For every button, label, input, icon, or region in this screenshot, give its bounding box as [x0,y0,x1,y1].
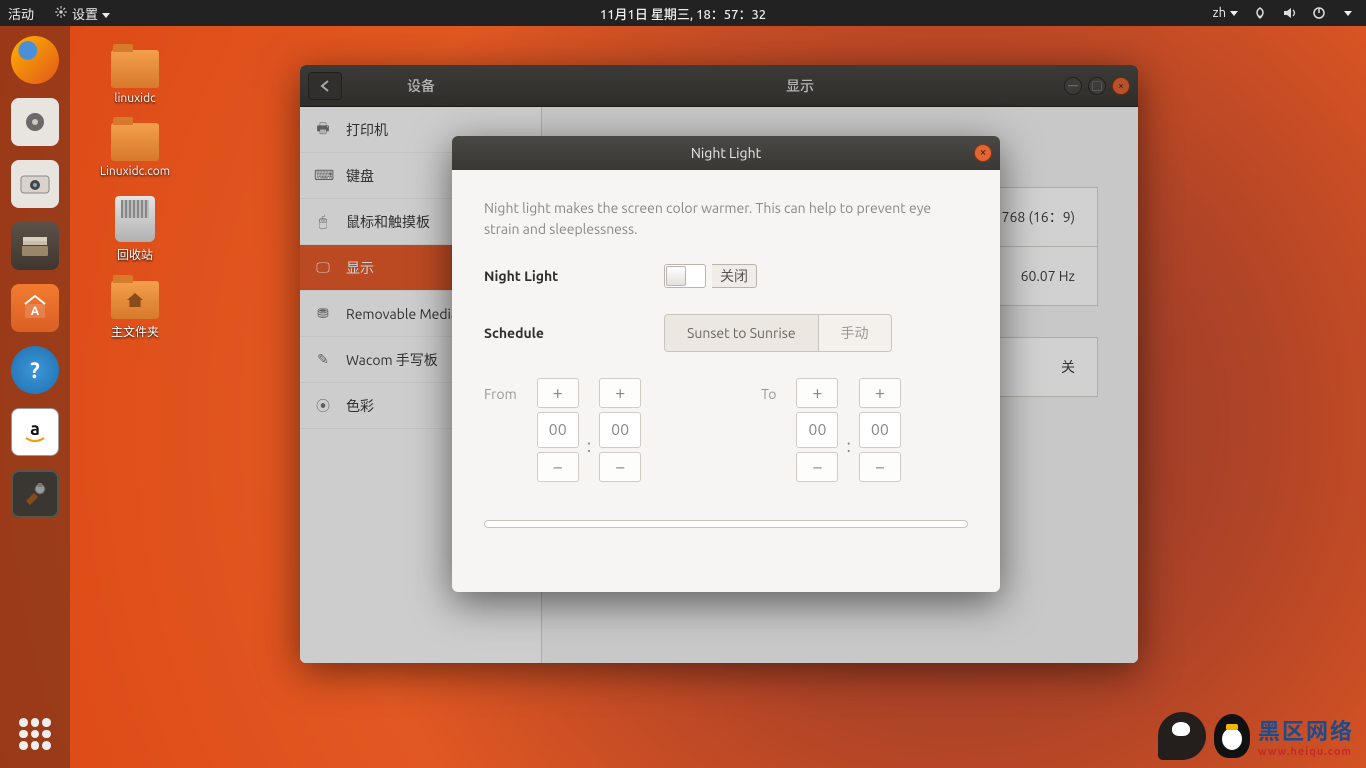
dock-files[interactable] [11,222,59,270]
from-hour-value[interactable]: 00 [537,412,579,448]
switch-state-label: 关闭 [712,264,757,288]
colon-separator: : [587,404,591,456]
to-min-value[interactable]: 00 [859,412,901,448]
to-hour-value[interactable]: 00 [796,412,838,448]
to-min-up[interactable]: + [859,378,901,408]
system-menu-chevron-icon[interactable] [1344,11,1352,16]
dialog-description: Night light makes the screen color warme… [484,198,968,240]
to-label: To [761,386,776,402]
from-hour-spinner: + 00 − [537,378,579,482]
input-method-indicator[interactable]: zh [1213,6,1238,20]
app-menu[interactable]: 设置 [72,4,110,23]
desktop-trash[interactable]: 回收站 [90,196,180,263]
volume-icon[interactable] [1282,6,1298,20]
to-min-spinner: + 00 − [859,378,901,482]
watermark: 黑区网络 www.heiqu.com [1158,712,1354,760]
desktop-folder-linuxidc[interactable]: linuxidc [90,50,180,105]
from-label: From [484,386,517,402]
svg-text:A: A [31,305,40,318]
dock-settings-active[interactable] [11,470,59,518]
from-hour-up[interactable]: + [537,378,579,408]
night-light-dialog: Night Light Night light makes the screen… [452,136,1000,592]
schedule-segmented: Sunset to Sunrise 手动 [664,314,892,352]
svg-text:a: a [30,419,40,439]
schedule-auto-button[interactable]: Sunset to Sunrise [665,315,819,351]
top-panel: 活动 设置 11月1日 星期三, 18：57：32 zh [0,0,1366,26]
dialog-header: Night Light [452,136,1000,170]
gear-icon [54,5,68,22]
desktop-icons: linuxidc Linuxidc.com 回收站 主文件夹 [90,50,180,340]
to-hour-down[interactable]: − [796,452,838,482]
activities-button[interactable]: 活动 [8,4,34,23]
dialog-close-button[interactable] [974,144,992,162]
from-min-down[interactable]: − [599,452,641,482]
network-icon[interactable] [1252,6,1268,20]
clock[interactable]: 11月1日 星期三, 18：57：32 [600,4,766,23]
to-hour-spinner: + 00 − [796,378,838,482]
nightlight-label: Night Light [484,268,664,284]
chevron-down-icon [102,13,110,18]
to-min-down[interactable]: − [859,452,901,482]
desktop-folder-linuxidc-com[interactable]: Linuxidc.com [90,123,180,178]
time-progress-bar [484,520,968,528]
from-min-up[interactable]: + [599,378,641,408]
watermark-line1: 黑区网络 [1258,714,1354,746]
desktop-home-folder[interactable]: 主文件夹 [90,281,180,340]
to-hour-up[interactable]: + [796,378,838,408]
from-hour-down[interactable]: − [537,452,579,482]
power-icon[interactable] [1312,6,1326,20]
colon-separator: : [846,404,850,456]
from-min-spinner: + 00 − [599,378,641,482]
dock-firefox[interactable] [11,36,59,84]
schedule-label: Schedule [484,325,664,341]
watermark-logo-icon [1158,712,1206,760]
penguin-icon [1214,714,1250,758]
dock-camera[interactable] [11,160,59,208]
nightlight-switch[interactable]: 关闭 [664,264,757,288]
chevron-down-icon [1230,11,1238,16]
dock-help[interactable]: ? [11,346,59,394]
dock-amazon[interactable]: a [11,408,59,456]
dock: A ? a [0,26,70,768]
from-min-value[interactable]: 00 [599,412,641,448]
watermark-line2: www.heiqu.com [1258,746,1354,758]
dialog-title: Night Light [691,145,761,161]
show-applications[interactable] [19,718,51,750]
dock-rhythmbox[interactable] [11,98,59,146]
schedule-manual-button[interactable]: 手动 [819,315,891,351]
dock-software[interactable]: A [11,284,59,332]
